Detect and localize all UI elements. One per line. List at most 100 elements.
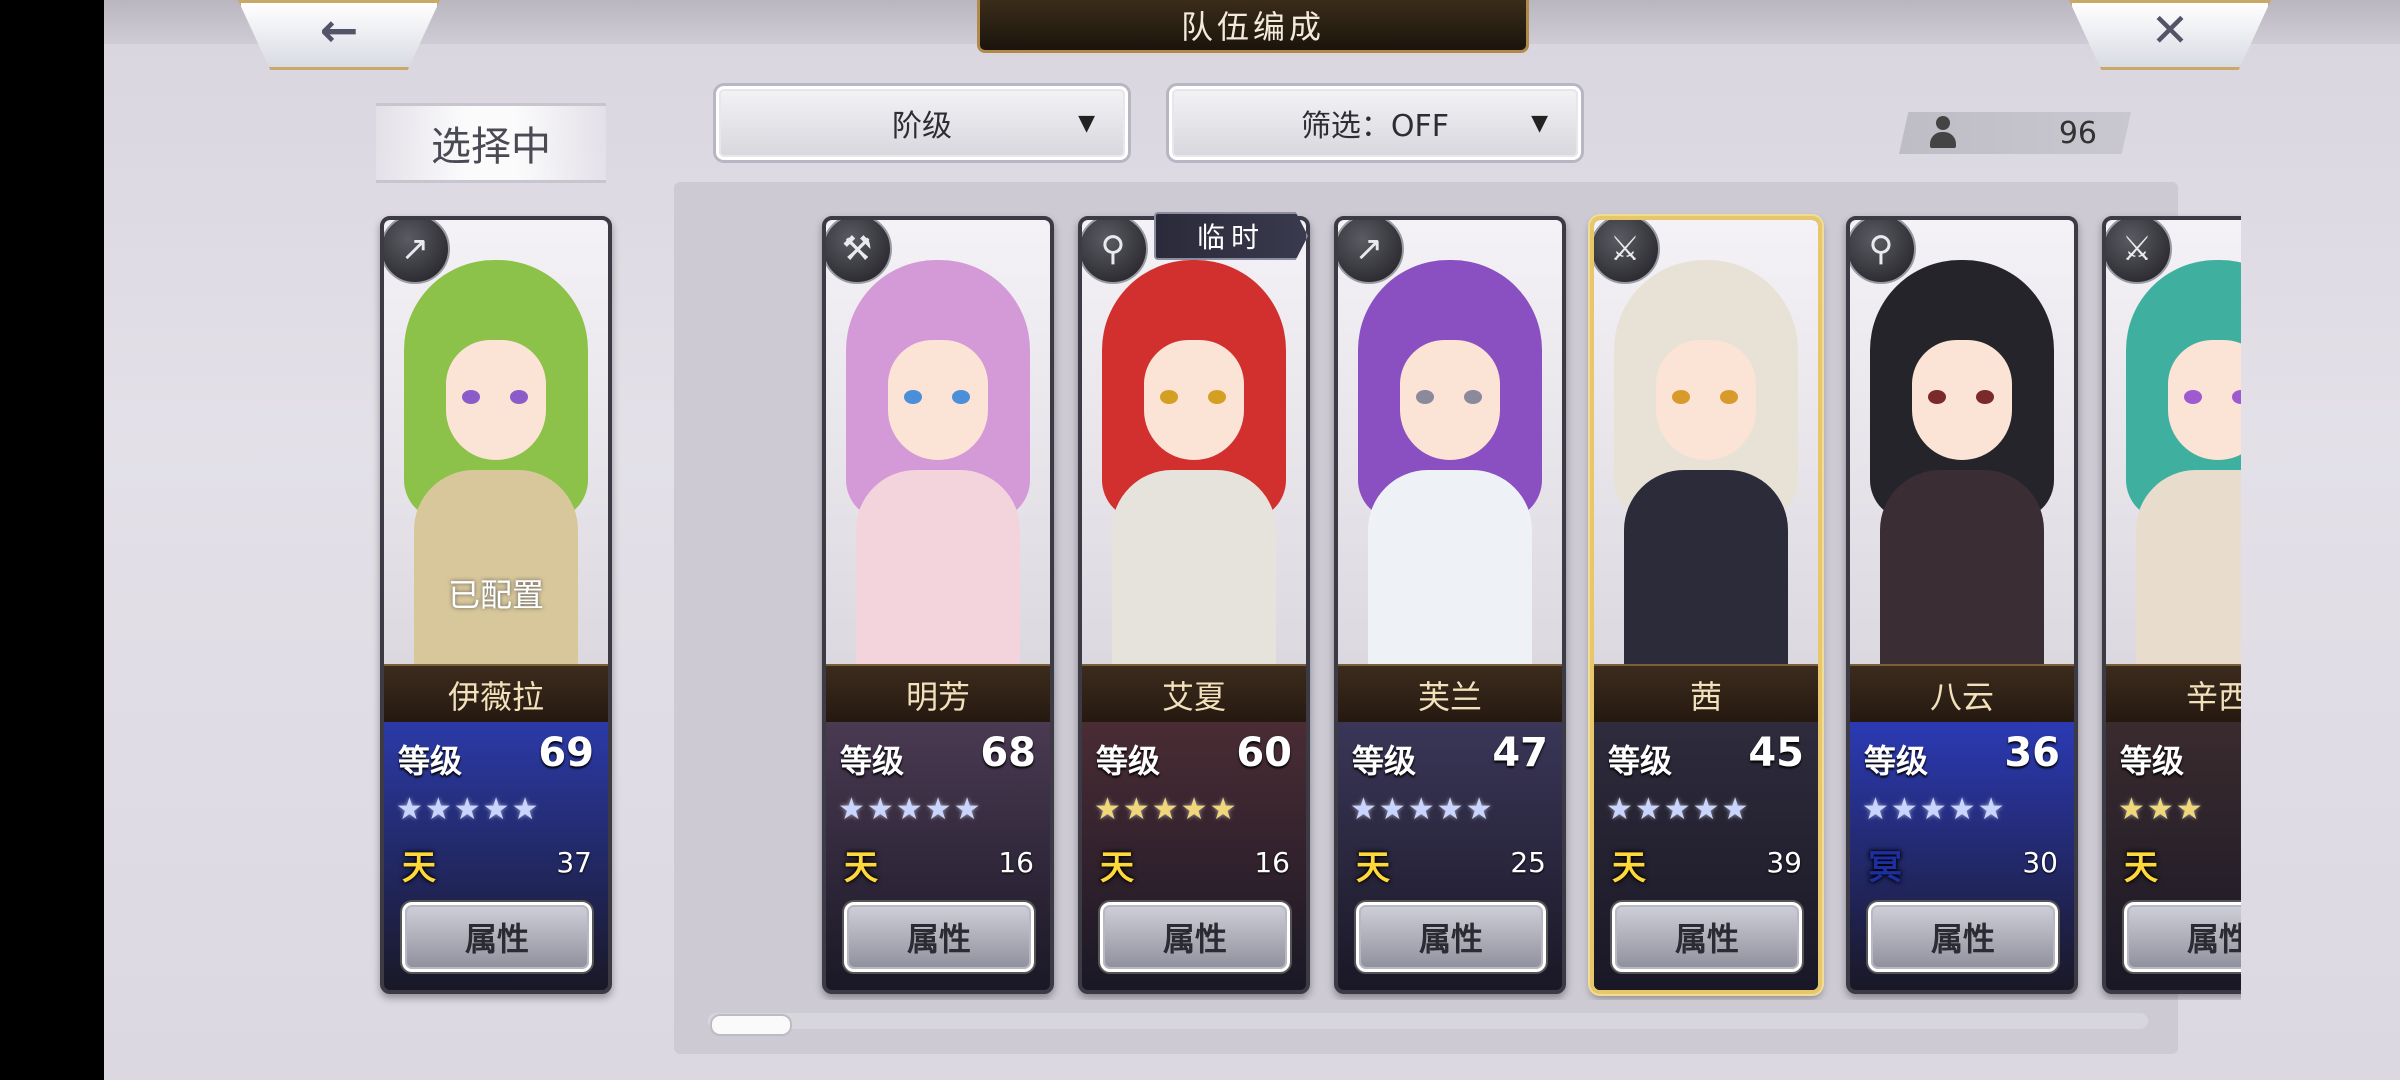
attributes-button[interactable]: 属性 <box>402 902 592 972</box>
character-stats: 等级 69 ★★★★★ 天 37 属性 <box>384 722 608 990</box>
portrait-face <box>446 340 546 460</box>
portrait-eye-left <box>1928 390 1946 404</box>
portrait-outfit <box>1880 470 2044 670</box>
portrait-eye-right <box>1464 390 1482 404</box>
character-stats: 等级 47 ★★★★★ 天 25 属性 <box>1338 722 1562 990</box>
character-portrait <box>826 220 1050 670</box>
attributes-button[interactable]: 属性 <box>2124 902 2241 972</box>
character-portrait <box>1594 220 1818 670</box>
portrait-face <box>888 340 988 460</box>
character-name: 茜 <box>1594 664 1818 724</box>
character-name: 芙兰 <box>1338 664 1562 724</box>
weapon-type-icon: ⚲ <box>1850 220 1916 284</box>
temporary-tag: 临时 <box>1154 212 1308 260</box>
roster-count-value: 96 <box>2058 116 2097 151</box>
weapon-type-icon: ⚔ <box>2106 220 2172 284</box>
level-value: 47 <box>1492 730 1548 776</box>
tier-icon: 天 <box>1100 848 1134 888</box>
level-value: 60 <box>1236 730 1292 776</box>
close-button[interactable]: ✕ <box>2069 0 2271 70</box>
character-card[interactable]: ⚔ 茜 等级 45 ★★★★★ 天 39 属性 <box>1590 216 1822 994</box>
rarity-stars: ★★★★★ <box>1350 792 1495 827</box>
level-label: 等级 <box>398 742 463 780</box>
attributes-button[interactable]: 属性 <box>844 902 1034 972</box>
level-label: 等级 <box>1608 742 1673 780</box>
level-label: 等级 <box>2120 742 2185 780</box>
filter-dropdown[interactable]: 筛选：OFF ▼ <box>1169 86 1581 160</box>
character-stats: 等级 68 ★★★★★ 天 16 属性 <box>826 722 1050 990</box>
scrollbar-thumb[interactable] <box>710 1014 792 1036</box>
portrait-outfit <box>1368 470 1532 670</box>
portrait-eye-left <box>1160 390 1178 404</box>
portrait-face <box>2168 340 2241 460</box>
portrait-eye-right <box>1976 390 1994 404</box>
character-portrait <box>1850 220 2074 670</box>
person-icon <box>1929 116 1957 150</box>
portrait-eye-right <box>1720 390 1738 404</box>
tier-icon: 天 <box>1612 848 1646 888</box>
portrait-outfit <box>856 470 1020 670</box>
close-icon: ✕ <box>2150 3 2190 57</box>
tier-icon: 冥 <box>1868 848 1902 888</box>
attributes-button[interactable]: 属性 <box>1100 902 1290 972</box>
sort-dropdown[interactable]: 阶级 ▼ <box>716 86 1128 160</box>
character-stats: 等级 ★★★ 天 属性 <box>2106 722 2241 990</box>
character-stats: 等级 36 ★★★★★ 冥 30 属性 <box>1850 722 2074 990</box>
character-stats: 等级 60 ★★★★★ 天 16 属性 <box>1082 722 1306 990</box>
sort-dropdown-label: 阶级 <box>892 109 952 144</box>
portrait-outfit <box>1112 470 1276 670</box>
portrait-face <box>1912 340 2012 460</box>
level-label: 等级 <box>1096 742 1161 780</box>
attributes-button[interactable]: 属性 <box>1356 902 1546 972</box>
tier-icon: 天 <box>2124 848 2158 888</box>
portrait-eye-right <box>1208 390 1226 404</box>
character-list: ⚒ 明芳 等级 68 ★★★★★ 天 16 属性 ⚲ 艾夏 等级 60 ★★★★… <box>704 200 2241 1000</box>
rarity-stars: ★★★★★ <box>396 792 541 827</box>
portrait-face <box>1656 340 1756 460</box>
chevron-down-icon: ▼ <box>1531 111 1548 136</box>
level-label: 等级 <box>840 742 905 780</box>
portrait-eye-right <box>510 390 528 404</box>
attributes-button[interactable]: 属性 <box>1868 902 2058 972</box>
character-name: 八云 <box>1850 664 2074 724</box>
tier-value: 16 <box>998 846 1034 879</box>
attributes-button[interactable]: 属性 <box>1612 902 1802 972</box>
weapon-type-icon: ⚲ <box>1082 220 1148 284</box>
back-button[interactable]: ← <box>238 0 440 70</box>
portrait-eye-left <box>462 390 480 404</box>
level-value: 45 <box>1748 730 1804 776</box>
level-value: 36 <box>2004 730 2060 776</box>
current-character-card[interactable]: ↗ 伊薇拉 等级 69 ★★★★★ 天 37 属性 已配置 <box>380 216 612 994</box>
weapon-type-icon: ⚔ <box>1594 220 1660 284</box>
tier-icon: 天 <box>844 848 878 888</box>
chevron-down-icon: ▼ <box>1078 111 1095 136</box>
horizontal-scrollbar[interactable] <box>708 1013 2148 1029</box>
character-stats: 等级 45 ★★★★★ 天 39 属性 <box>1594 722 1818 990</box>
portrait-outfit <box>1624 470 1788 670</box>
character-portrait <box>2106 220 2241 670</box>
character-name: 艾夏 <box>1082 664 1306 724</box>
character-card[interactable]: ↗ 芙兰 等级 47 ★★★★★ 天 25 属性 <box>1334 216 1566 994</box>
rarity-stars: ★★★★★ <box>1094 792 1239 827</box>
game-screen: ← 队伍编成 ✕ 选择中 阶级 ▼ 筛选：OFF ▼ 96 ↗ 伊薇拉 等级 6… <box>104 0 2400 1080</box>
roster-count: 96 <box>1899 112 2131 154</box>
selecting-label: 选择中 <box>376 103 606 183</box>
level-label: 等级 <box>1352 742 1417 780</box>
portrait-face <box>1400 340 1500 460</box>
character-name: 明芳 <box>826 664 1050 724</box>
character-card[interactable]: ⚔ 辛西 等级 ★★★ 天 属性 <box>2102 216 2241 994</box>
character-card[interactable]: ⚒ 明芳 等级 68 ★★★★★ 天 16 属性 <box>822 216 1054 994</box>
portrait-eye-left <box>2184 390 2202 404</box>
weapon-type-icon: ⚒ <box>826 220 892 284</box>
character-card[interactable]: ⚲ 八云 等级 36 ★★★★★ 冥 30 属性 <box>1846 216 2078 994</box>
weapon-type-icon: ↗ <box>1338 220 1404 284</box>
tier-value: 25 <box>1510 846 1546 879</box>
level-value: 69 <box>538 730 594 776</box>
rarity-stars: ★★★★★ <box>1862 792 2007 827</box>
character-name: 辛西 <box>2106 664 2241 724</box>
portrait-eye-left <box>904 390 922 404</box>
assigned-status: 已配置 <box>447 576 544 614</box>
character-card[interactable]: ⚲ 艾夏 等级 60 ★★★★★ 天 16 属性 <box>1078 216 1310 994</box>
weapon-type-icon: ↗ <box>384 220 450 284</box>
back-arrow-icon: ← <box>319 3 359 57</box>
